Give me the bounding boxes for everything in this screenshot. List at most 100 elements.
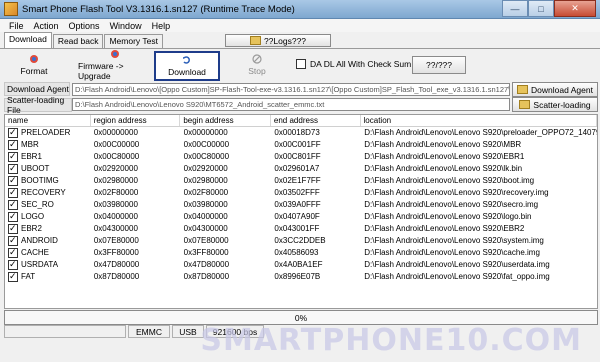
format-button[interactable]: Format: [14, 51, 54, 79]
row-name: CACHE: [21, 248, 50, 257]
row-location: D:\Flash Android\Lenovo\Lenovo S920\EBR1: [364, 152, 525, 161]
folder-icon: [519, 100, 531, 109]
row-checkbox[interactable]: [8, 247, 18, 258]
row-end-address: 0x029601A7: [274, 164, 320, 173]
row-checkbox[interactable]: [8, 259, 18, 270]
row-region-address: 0x03980000: [93, 200, 138, 209]
row-location: D:\Flash Android\Lenovo\Lenovo S920\secr…: [364, 200, 539, 209]
firmware-upgrade-label: Firmware -> Upgrade: [78, 61, 124, 81]
scatter-path-field[interactable]: D:\Flash Android\Lenovo\Lenovo S920\MT65…: [72, 98, 510, 111]
table-row[interactable]: LOGO 0x04000000 0x04000000 0x0407A90F D:\Fla…: [5, 211, 597, 223]
da-dl-label: DA DL All With Check Sum: [310, 59, 412, 69]
row-location: D:\Flash Android\Lenovo\Lenovo S920\reco…: [364, 188, 549, 197]
stop-icon: [252, 54, 262, 64]
qq-button[interactable]: ??/???: [412, 56, 466, 74]
tab-read-back[interactable]: Read back: [52, 34, 104, 48]
row-checkbox[interactable]: [8, 199, 18, 210]
row-end-address: 0x043001FF: [274, 224, 320, 233]
row-name-cell: UBOOT: [5, 163, 91, 175]
row-checkbox[interactable]: [8, 127, 18, 138]
row-end-address: 0x02E1F7FF: [274, 176, 321, 185]
da-dl-checkbox[interactable]: [296, 59, 306, 69]
row-end-address: 0x039A0FFF: [274, 200, 321, 209]
row-name-cell: FAT: [5, 271, 91, 283]
row-begin-address: 0x00000000: [183, 128, 228, 137]
table-row[interactable]: CACHE 0x3FF80000 0x3FF80000 0x40586093 D:\Fl…: [5, 247, 597, 259]
row-name-cell: CACHE: [5, 247, 91, 259]
row-checkbox[interactable]: [8, 271, 18, 282]
download-agent-path-field[interactable]: D:\Flash Android\Lenovo\[Oppo Custom]SP-…: [72, 83, 510, 96]
row-begin-address: 0x04000000: [183, 212, 228, 221]
row-name: FAT: [21, 272, 36, 281]
row-checkbox[interactable]: [8, 235, 18, 246]
maximize-button[interactable]: □: [528, 0, 554, 17]
header-location[interactable]: location: [361, 115, 598, 126]
table-row[interactable]: MBR 0x00C00000 0x00C00000 0x00C001FF D:\Flas…: [5, 139, 597, 151]
row-begin-address: 0x07E80000: [183, 236, 229, 245]
row-name: PRELOADER: [21, 128, 71, 137]
header-end-address[interactable]: end address: [271, 115, 361, 126]
da-dl-checkbox-group[interactable]: DA DL All With Check Sum: [296, 59, 411, 69]
row-begin-address: 0x3FF80000: [183, 248, 229, 257]
menu-bar: File Action Options Window Help: [0, 19, 600, 32]
header-name[interactable]: name: [5, 115, 91, 126]
menu-options[interactable]: Options: [64, 21, 105, 31]
menu-window[interactable]: Window: [105, 21, 147, 31]
row-region-address: 0x3FF80000: [93, 248, 139, 257]
folder-icon: [249, 36, 261, 45]
table-row[interactable]: RECOVERY 0x02F80000 0x02F80000 0x03502FFF D:…: [5, 187, 597, 199]
table-header: name region address begin address end ad…: [5, 115, 598, 127]
table-row[interactable]: EBR2 0x04300000 0x04300000 0x043001FF D:\Fla…: [5, 223, 597, 235]
stop-button[interactable]: Stop: [240, 51, 274, 79]
download-agent-button[interactable]: Download Agent: [512, 82, 598, 97]
row-checkbox[interactable]: [8, 163, 18, 174]
row-checkbox[interactable]: [8, 211, 18, 222]
row-end-address: 0x00018D73: [274, 128, 320, 137]
table-row[interactable]: PRELOADER 0x00000000 0x00000000 0x00018D73 D…: [5, 127, 597, 139]
row-checkbox[interactable]: [8, 175, 18, 186]
partition-table: name region address begin address end ad…: [4, 114, 598, 309]
table-row[interactable]: SEC_RO 0x03980000 0x03980000 0x039A0FFF D:\F…: [5, 199, 597, 211]
table-row[interactable]: BOOTIMG 0x02980000 0x02980000 0x02E1F7FF D:\…: [5, 175, 597, 187]
download-agent-label: Download Agent: [4, 82, 70, 96]
header-region-address[interactable]: region address: [91, 115, 181, 126]
row-name: LOGO: [21, 212, 45, 221]
tab-download[interactable]: Download: [4, 32, 52, 48]
tab-row: Download Read back Memory Test ??Logs???: [0, 32, 600, 49]
download-button[interactable]: Download: [154, 51, 220, 81]
row-region-address: 0x47D80000: [93, 260, 140, 269]
table-row[interactable]: USRDATA 0x47D80000 0x47D80000 0x4A0BA1EF D:\…: [5, 259, 597, 271]
table-row[interactable]: FAT 0x87D80000 0x87D80000 0x8996E07B D:\Flas…: [5, 271, 597, 283]
menu-file[interactable]: File: [4, 21, 29, 31]
firmware-upgrade-button[interactable]: Firmware -> Upgrade: [78, 49, 152, 81]
menu-help[interactable]: Help: [147, 21, 176, 31]
row-region-address: 0x00C80000: [93, 152, 140, 161]
row-checkbox[interactable]: [8, 151, 18, 162]
row-name-cell: MBR: [5, 139, 91, 151]
row-checkbox[interactable]: [8, 139, 18, 150]
row-checkbox[interactable]: [8, 187, 18, 198]
table-row[interactable]: UBOOT 0x02920000 0x02920000 0x029601A7 D:\Fl…: [5, 163, 597, 175]
row-name-cell: PRELOADER: [5, 127, 91, 139]
row-end-address: 0x0407A90F: [274, 212, 320, 221]
menu-action[interactable]: Action: [29, 21, 64, 31]
row-end-address: 0x00C801FF: [274, 152, 321, 161]
status-storage: EMMC: [128, 325, 170, 338]
table-row[interactable]: EBR1 0x00C80000 0x00C80000 0x00C801FF D:\Fla…: [5, 151, 597, 163]
row-location: D:\Flash Android\Lenovo\Lenovo S920\boot…: [364, 176, 535, 185]
row-end-address: 0x8996E07B: [274, 272, 321, 281]
close-button[interactable]: ✕: [554, 0, 596, 17]
scatter-loading-button[interactable]: Scatter-loading: [512, 97, 598, 112]
header-begin-address[interactable]: begin address: [180, 115, 271, 126]
logs-button[interactable]: ??Logs???: [225, 34, 331, 47]
firmware-upgrade-icon: [110, 49, 120, 59]
row-end-address: 0x4A0BA1EF: [274, 260, 323, 269]
row-region-address: 0x87D80000: [93, 272, 140, 281]
row-name: SEC_RO: [21, 200, 54, 209]
row-name-cell: BOOTIMG: [5, 175, 91, 187]
tab-memory-test[interactable]: Memory Test: [104, 34, 163, 48]
minimize-button[interactable]: —: [502, 0, 528, 17]
row-checkbox[interactable]: [8, 223, 18, 234]
row-location: D:\Flash Android\Lenovo\Lenovo S920\MBR: [364, 140, 522, 149]
table-row[interactable]: ANDROID 0x07E80000 0x07E80000 0x3CC2DDEB D:\…: [5, 235, 597, 247]
